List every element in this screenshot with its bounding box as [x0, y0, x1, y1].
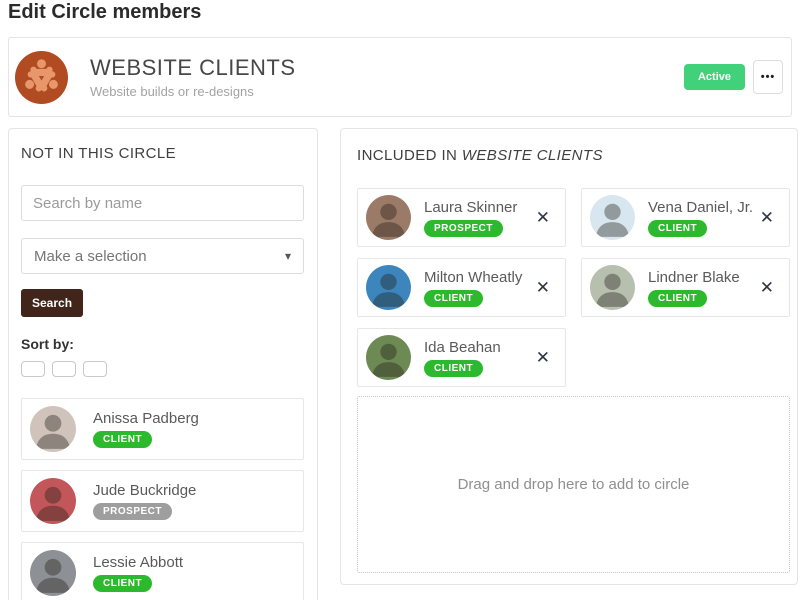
not-in-circle-list: Anissa Padberg CLIENT Jude Buckridge PRO… — [21, 398, 304, 600]
member-name: Anissa Padberg — [93, 410, 199, 427]
avatar — [30, 550, 76, 596]
remove-member-button[interactable]: ✕ — [534, 277, 552, 298]
included-member-card: Lindner Blake CLIENT ✕ — [581, 258, 790, 317]
member-card[interactable]: Jude Buckridge PROSPECT — [21, 470, 304, 532]
more-options-button[interactable]: ••• — [753, 60, 783, 94]
status-badge: PROSPECT — [93, 503, 173, 520]
not-in-circle-panel: NOT IN THIS CIRCLE Make a selection ▾ Se… — [8, 128, 318, 600]
ellipsis-icon: ••• — [760, 71, 776, 83]
member-card[interactable]: Lessie Abbott CLIENT — [21, 542, 304, 600]
status-badge: CLIENT — [424, 289, 484, 307]
member-info: Milton Wheatly CLIENT — [424, 269, 522, 307]
included-member-card: Vena Daniel, Jr. CLIENT ✕ — [581, 188, 790, 247]
member-info: Jude Buckridge PROSPECT — [93, 482, 196, 520]
status-badge: CLIENT — [424, 359, 484, 377]
member-info: Anissa Padberg CLIENT — [93, 410, 199, 448]
member-name: Laura Skinner — [424, 198, 518, 216]
drag-drop-hint: Drag and drop here to add to circle — [457, 476, 690, 493]
member-name: Jude Buckridge — [93, 482, 197, 499]
member-name: Lindner Blake — [648, 268, 740, 286]
included-members-grid: Laura Skinner PROSPECT ✕ Vena Daniel, Jr… — [357, 188, 790, 387]
member-info: Lindner Blake CLIENT — [648, 269, 740, 307]
included-member-card: Ida Beahan CLIENT ✕ — [357, 328, 566, 387]
member-info: Vena Daniel, Jr. CLIENT — [648, 199, 753, 237]
header-actions: Active ••• — [683, 60, 783, 94]
sort-by-label: Sort by: — [21, 336, 74, 352]
sort-option-button[interactable] — [21, 361, 45, 377]
chevron-down-icon: ▾ — [284, 249, 291, 263]
member-name: Milton Wheatly — [424, 268, 523, 286]
member-info: Laura Skinner PROSPECT — [424, 199, 517, 237]
avatar — [366, 335, 411, 380]
member-info: Ida Beahan CLIENT — [424, 339, 501, 377]
status-badge: CLIENT — [93, 431, 153, 448]
member-name: Ida Beahan — [424, 338, 501, 356]
status-badge: CLIENT — [648, 289, 708, 307]
remove-member-button[interactable]: ✕ — [758, 207, 776, 228]
circle-name: WEBSITE CLIENTS — [90, 55, 296, 80]
drag-drop-zone[interactable]: Drag and drop here to add to circle — [357, 396, 790, 573]
circle-header-card: WEBSITE CLIENTS Website builds or re-des… — [8, 37, 792, 117]
sort-option-button[interactable] — [52, 361, 76, 377]
included-member-card: Laura Skinner PROSPECT ✕ — [357, 188, 566, 247]
member-card[interactable]: Anissa Padberg CLIENT — [21, 398, 304, 460]
included-member-card: Milton Wheatly CLIENT ✕ — [357, 258, 566, 317]
avatar — [366, 195, 411, 240]
circle-title-block: WEBSITE CLIENTS Website builds or re-des… — [90, 55, 296, 99]
page-title: Edit Circle members — [8, 1, 202, 23]
included-in-circle-panel: INCLUDED IN WEBSITE CLIENTS Laura Skinne… — [340, 128, 798, 585]
avatar — [590, 195, 635, 240]
avatar — [366, 265, 411, 310]
search-by-name-input[interactable] — [21, 185, 304, 221]
circle-members-icon — [15, 50, 68, 104]
left-panel-title: NOT IN THIS CIRCLE — [21, 145, 177, 162]
right-panel-title: INCLUDED IN WEBSITE CLIENTS — [357, 147, 788, 164]
status-badge: CLIENT — [648, 219, 708, 237]
remove-member-button[interactable]: ✕ — [534, 347, 552, 368]
sort-options-row — [21, 361, 304, 377]
circle-description: Website builds or re-designs — [90, 84, 254, 99]
avatar — [590, 265, 635, 310]
right-panel-title-circle-name: WEBSITE CLIENTS — [461, 147, 603, 164]
right-panel-title-prefix: INCLUDED IN — [357, 147, 458, 164]
status-active-button[interactable]: Active — [683, 64, 745, 90]
filter-select-value: Make a selection — [34, 247, 147, 265]
status-badge: CLIENT — [93, 575, 153, 592]
filter-select[interactable]: Make a selection ▾ — [21, 238, 304, 274]
status-badge: PROSPECT — [424, 219, 504, 237]
member-name: Vena Daniel, Jr. — [648, 198, 754, 216]
remove-member-button[interactable]: ✕ — [758, 277, 776, 298]
sort-option-button[interactable] — [83, 361, 107, 377]
avatar — [30, 406, 76, 452]
member-name: Lessie Abbott — [93, 554, 184, 571]
search-button[interactable]: Search — [21, 289, 84, 317]
remove-member-button[interactable]: ✕ — [534, 207, 552, 228]
avatar — [30, 478, 76, 524]
member-info: Lessie Abbott CLIENT — [93, 554, 183, 592]
